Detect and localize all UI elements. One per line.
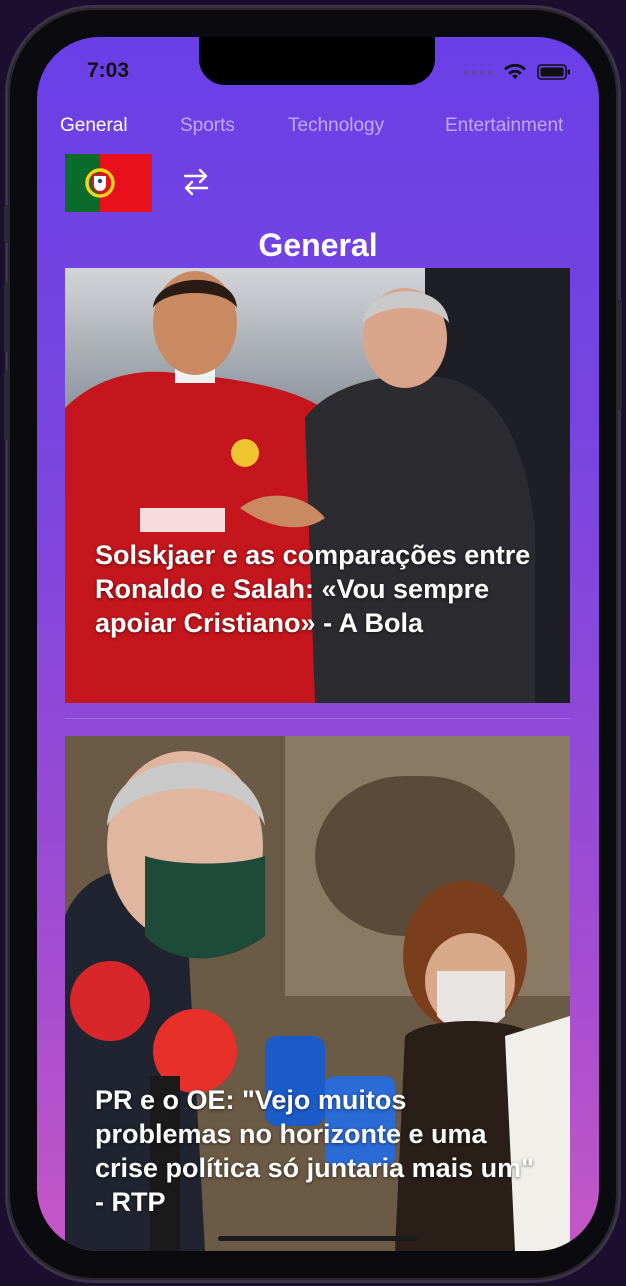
status-icons <box>464 63 571 81</box>
article-card[interactable]: Solskjaer e as comparações entre Ronaldo… <box>65 268 570 703</box>
home-indicator <box>218 1236 418 1241</box>
battery-icon <box>537 64 570 80</box>
article-divider <box>65 718 570 719</box>
volume-up-button <box>4 282 9 352</box>
tab-entertainment[interactable]: Entertainment <box>445 115 563 137</box>
article-card[interactable]: PR e o OE: "Vejo muitos problemas no hor… <box>65 736 570 1251</box>
tab-sports[interactable]: Sports <box>180 115 235 137</box>
power-button <box>617 300 622 410</box>
article-headline[interactable]: Solskjaer e as comparações entre Ronaldo… <box>95 538 535 640</box>
portugal-flag-icon[interactable] <box>65 154 152 212</box>
page-title: General <box>258 227 378 263</box>
notch <box>199 37 435 85</box>
tab-general[interactable]: General <box>60 115 128 137</box>
signal-icon <box>464 69 493 75</box>
tab-technology[interactable]: Technology <box>288 115 384 137</box>
mute-switch <box>4 205 9 243</box>
app-screen: 7:03 General Sports Technology Entertain… <box>37 37 599 1251</box>
volume-down-button <box>4 370 9 440</box>
swap-arrows-icon[interactable] <box>182 167 210 197</box>
category-tabs: General Sports Technology Entertainment <box>37 115 599 143</box>
wifi-icon <box>504 63 526 79</box>
status-time: 7:03 <box>87 59 130 82</box>
article-headline[interactable]: PR e o OE: "Vejo muitos problemas no hor… <box>95 1083 535 1219</box>
